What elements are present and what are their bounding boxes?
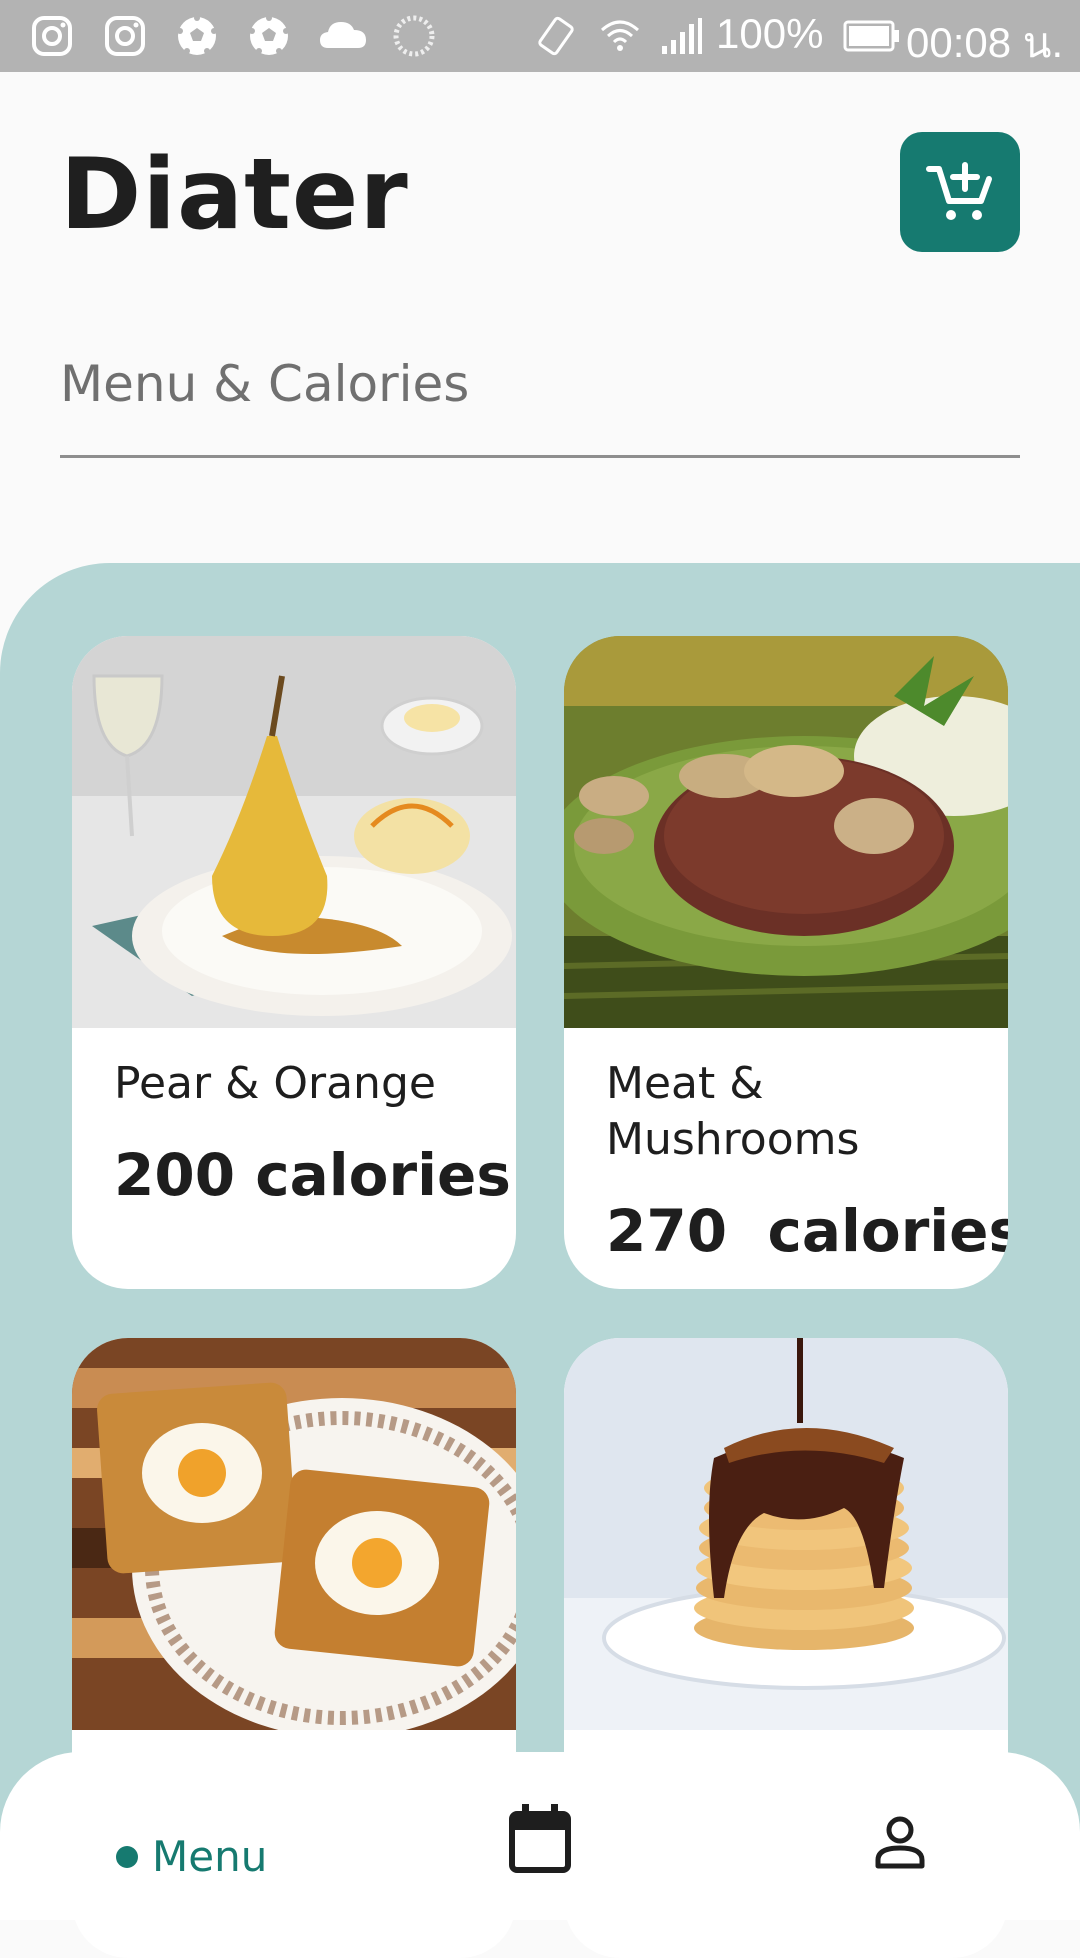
- wifi-icon: [601, 20, 639, 51]
- menu-card-meat-mushrooms[interactable]: Meat & Mushrooms 270 calories: [564, 636, 1008, 1289]
- app-title: Diater: [60, 138, 409, 252]
- egg-toast-photo: [72, 1338, 516, 1730]
- add-to-cart-button[interactable]: [900, 132, 1020, 252]
- steak-mushrooms-photo: [564, 636, 1008, 1028]
- loading-icon: [393, 15, 435, 57]
- nav-menu-tab[interactable]: Menu: [116, 1832, 267, 1881]
- search-field[interactable]: Menu & Calories: [60, 345, 1020, 458]
- instagram-icon: [105, 16, 145, 56]
- instagram-icon: [32, 16, 72, 56]
- add-to-cart-icon: [926, 162, 992, 220]
- clock: 00:08 น.: [906, 19, 1064, 66]
- profile-icon[interactable]: [872, 1814, 928, 1870]
- soccer-ball-icon: [177, 15, 217, 55]
- signal-icon: [662, 18, 702, 54]
- menu-item-calories: 270 calories: [606, 1197, 1008, 1265]
- pancake-stack-photo: [564, 1338, 1008, 1730]
- search-placeholder: Menu & Calories: [60, 355, 470, 413]
- menu-item-calories: 200 calories: [114, 1141, 511, 1209]
- bottom-navigation: Menu: [0, 1752, 1080, 1920]
- soccer-ball-icon: [249, 15, 289, 55]
- calendar-icon[interactable]: [508, 1804, 572, 1874]
- menu-item-title: Pear & Orange: [114, 1058, 436, 1109]
- cloud-icon: [320, 22, 366, 48]
- active-indicator-dot: [116, 1845, 138, 1868]
- auto-rotate-icon: [538, 16, 574, 56]
- status-bar: 100% 00:08 น.: [0, 0, 1080, 72]
- pear-dessert-photo: [72, 636, 516, 1028]
- battery-percent: 100%: [716, 10, 824, 57]
- battery-icon: [843, 20, 899, 52]
- menu-grid: Pear & Orange 200 calories Meat & Mushro…: [0, 563, 1080, 1958]
- menu-item-title: Meat & Mushrooms: [606, 1058, 860, 1165]
- menu-card-pear-orange[interactable]: Pear & Orange 200 calories: [72, 636, 516, 1289]
- nav-menu-label: Menu: [152, 1832, 268, 1881]
